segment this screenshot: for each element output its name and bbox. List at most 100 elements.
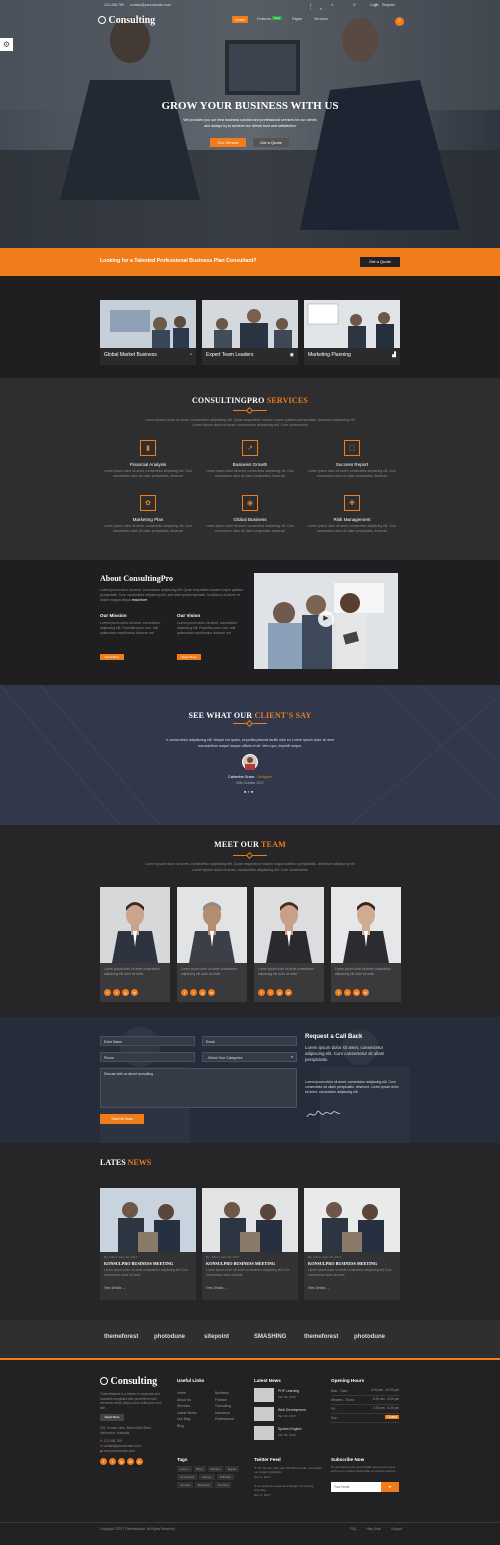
twitter-icon[interactable]: t [109,1458,116,1465]
service-item[interactable]: ✚ Risk Management Lorem ipsum dolor sit am… [304,495,400,543]
twitter-icon[interactable]: t [344,989,351,996]
nav-services[interactable]: Services [314,17,328,21]
footer-bottom-link[interactable]: FAQ [350,1527,356,1531]
subscribe-send-icon[interactable]: ➤ [381,1482,399,1492]
news-card[interactable]: By: Admin June 26, 2017 KONSULPRO BUSINES… [202,1188,298,1300]
category-select[interactable]: - Select Your Categories ▾ [202,1052,297,1062]
news-view-details-link[interactable]: View Details → [206,1286,228,1290]
footer-link[interactable]: Blog [177,1423,197,1430]
register-link[interactable]: Register [382,3,395,7]
phone-input[interactable]: Phone [100,1052,195,1062]
service-item[interactable]: ✿ Marketing Plan Lorem ipsum dolor sit ame… [100,495,196,543]
footer-bottom-link[interactable]: Support [391,1527,402,1531]
footer-news-item[interactable]: PHP Learning Mar 08, 2015 [254,1388,326,1405]
get-quote-button[interactable]: Get a Quote [253,138,289,147]
linkedin-icon[interactable]: in [285,989,292,996]
twitter-icon[interactable]: t [267,989,274,996]
linkedin-icon[interactable]: in [127,1458,134,1465]
team-member-card[interactable]: Lorem ipsum dolor sit amet consectetur a… [331,887,401,1002]
partner-logo[interactable]: SMASHING [254,1334,286,1340]
youtube-icon[interactable]: ▸ [136,1458,143,1465]
linkedin-icon[interactable]: in [131,989,138,996]
about-read-more[interactable]: read more [132,598,147,602]
cta-quote-button[interactable]: Get a Quote [360,257,400,267]
google-icon[interactable]: g [199,989,206,996]
footer-read-more-button[interactable]: Read More [100,1414,124,1421]
tag-link[interactable]: Lorem [177,1466,192,1472]
name-input[interactable]: Enter Name [100,1036,195,1046]
nav-pages[interactable]: Pages [292,17,302,21]
partner-logo[interactable]: photodune [354,1334,385,1340]
logo[interactable]: Consulting [98,15,155,26]
nav-features[interactable]: Features [257,17,271,21]
partner-logo[interactable]: themeforest [104,1334,138,1340]
play-icon[interactable]: ▶ [318,611,334,627]
facebook-icon[interactable]: f [335,989,342,996]
tag-link[interactable]: Market [207,1466,223,1472]
google-icon[interactable]: g [276,989,283,996]
login-link[interactable]: Login [370,3,379,7]
facebook-icon[interactable]: f [104,989,111,996]
carousel-dots[interactable]: ●●● [244,789,254,794]
settings-gear-icon[interactable]: ⚙ [0,38,13,51]
service-item[interactable]: ▮ Financial Analysis Lorem ipsum dolor sit… [100,440,196,488]
news-title[interactable]: KONSULPRO BUSINESS MEETING [206,1261,275,1266]
our-service-button[interactable]: Our Service [210,138,246,147]
subscribe-email-input[interactable]: Your Email [331,1482,381,1492]
footer-email-text[interactable]: contact@yourdomain.com [104,1444,141,1448]
mission-read-more-button[interactable]: Read More [100,654,124,660]
tag-link[interactable]: Joomla [177,1482,193,1488]
facebook-icon[interactable]: f [181,989,188,996]
footer-bottom-link[interactable]: Help Desk [366,1527,381,1531]
google-icon[interactable]: g [118,1458,125,1465]
partner-logo[interactable]: photodune [154,1334,185,1340]
twitter-icon[interactable]: t [113,989,120,996]
feature-card[interactable]: Marketing Planning ▟ [304,300,400,365]
service-name: Global Business [233,517,267,522]
team-member-card[interactable]: Lorem ipsum dolor sit amet consectetur a… [177,887,247,1002]
news-title[interactable]: KONSULPRO BUSINESS MEETING [104,1261,173,1266]
tag-link[interactable]: Eigner [224,1466,240,1472]
footer-web-text[interactable]: www.yourdomain.com [104,1449,135,1453]
email-input[interactable]: Email [202,1036,297,1046]
vision-read-more-button[interactable]: Read More [177,654,201,660]
news-card[interactable]: By: Admin June 26, 2017 KONSULPRO BUSINES… [304,1188,400,1300]
news-view-details-link[interactable]: View Details → [104,1286,126,1290]
service-item[interactable]: ◉ Global Business Lorem ipsum dolor sit am… [202,495,298,543]
news-title[interactable]: KONSULPRO BUSINESS MEETING [308,1261,377,1266]
tag-link[interactable]: Tourism [214,1482,232,1488]
footer-news-date: Mar 08, 2015 [278,1414,296,1418]
partner-logo[interactable]: sitepoint [204,1334,229,1340]
partner-logo[interactable]: themeforest [304,1334,338,1340]
google-icon[interactable]: g [353,989,360,996]
google-icon[interactable]: g [122,989,129,996]
news-card[interactable]: By: Admin June 26, 2017 KONSULPRO BUSINES… [100,1188,196,1300]
team-member-card[interactable]: Lorem ipsum dolor sit amet consectetur a… [254,887,324,1002]
linkedin-icon[interactable]: in [208,989,215,996]
footer-news-item[interactable]: Spoken English Mar 08, 2015 [254,1426,326,1443]
message-textarea[interactable]: Discuss with us about consulting [100,1068,297,1108]
news-view-details-link[interactable]: View Details → [308,1286,330,1290]
tag-link[interactable]: Blog [193,1466,206,1472]
footer-news-item[interactable]: Web Development Mar 08, 2015 [254,1407,326,1424]
footer-link[interactable]: Consulting [215,1403,234,1410]
nav-home[interactable]: Home [232,16,248,23]
facebook-icon[interactable]: f [258,989,265,996]
feature-card[interactable]: Global Market Business ◔ [100,300,196,365]
team-member-card[interactable]: Lorem ipsum dolor sit amet consectetur a… [100,887,170,1002]
submit-button[interactable]: Submit Now [100,1114,144,1124]
tag-link[interactable]: Design [199,1474,215,1480]
search-icon[interactable]: ⌕ [395,17,404,26]
twitter-icon[interactable]: t [190,989,197,996]
facebook-icon[interactable]: f [100,1458,107,1465]
tag-link[interactable]: Consultant [177,1474,198,1480]
service-item[interactable]: ⬚ Success Report Lorem ipsum dolor sit ame… [304,440,400,488]
tag-link[interactable]: Dribbble [216,1474,234,1480]
feature-card[interactable]: Expert Team Leaders ◉ [202,300,298,365]
footer-link[interactable]: Professional [215,1416,234,1423]
footer-phone-text: 123-456-789 [103,1439,122,1443]
footer-address: 203, Envato Labs, Behind Alis Steet, Mel… [100,1426,152,1435]
tag-link[interactable]: Business [194,1482,213,1488]
service-item[interactable]: ↗ Business Growth Lorem ipsum dolor sit am… [202,440,298,488]
linkedin-icon[interactable]: in [362,989,369,996]
